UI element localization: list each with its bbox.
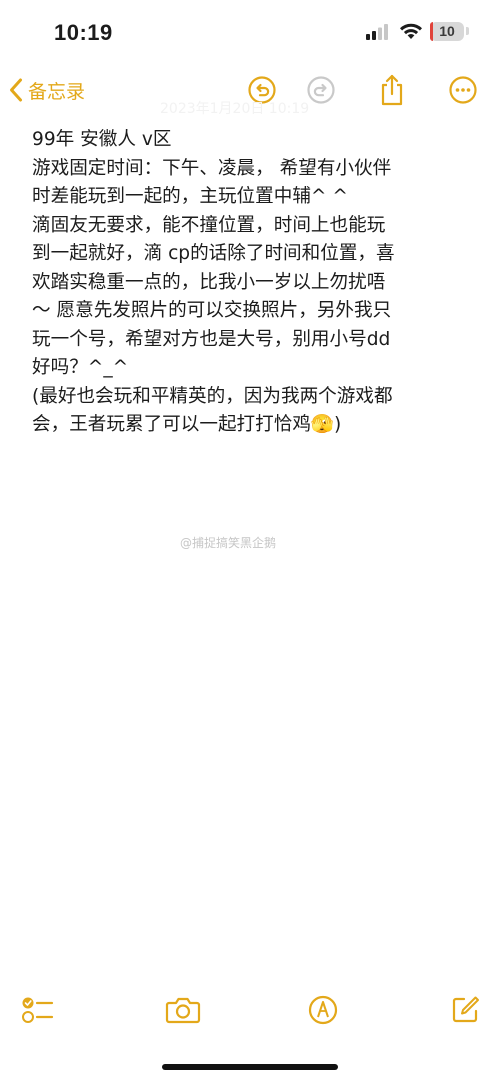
share-icon [381,74,403,106]
wifi-icon [400,23,422,39]
share-button[interactable] [372,70,412,110]
markup-button[interactable] [305,992,341,1028]
camera-icon [165,997,201,1024]
battery-indicator: 10 [430,22,464,41]
back-button[interactable]: 备忘录 [8,72,85,108]
checklist-icon [22,997,54,1023]
note-line: 到一起就好，滴 cp的话除了时间和位置，喜 [32,243,395,264]
note-line: ～ 愿意先发照片的可以交换照片，另外我只 [32,300,392,321]
note-line: 时差能玩到一起的，主玩位置中辅^ ^ [32,186,348,207]
note-line: 游戏固定时间：下午、凌晨， 希望有小伙伴 [32,157,392,179]
note-line: 玩一个号，希望对方也是大号，别用小号dd [32,328,391,350]
watermark: @捕捉搞笑黑企鹅 [180,536,277,550]
status-time: 10:19 [54,20,113,45]
note-line: 滴固友无要求，能不撞位置，时间上也能玩 [32,214,386,236]
note-line: 会，王者玩累了可以一起打打恰鸡🫣) [32,414,342,435]
redo-icon [307,76,335,104]
battery-cap [466,27,469,35]
checklist-button[interactable] [20,992,56,1028]
back-label: 备忘录 [28,80,86,103]
status-bar: 10:19 10 [0,0,500,62]
bottom-toolbar [0,986,500,1036]
more-button[interactable] [443,70,483,110]
note-line: 99年 安徽人 v区 [32,129,172,150]
note-line: 好吗？^_^ [32,357,129,378]
home-indicator [162,1064,338,1070]
more-icon [449,76,477,104]
cellular-signal-icon [366,24,388,40]
chevron-left-icon [10,78,22,102]
note-line: (最好也会玩和平精英的，因为我两个游戏都 [32,385,393,407]
compose-button[interactable] [447,992,483,1028]
note-date: 2023年1月20日 10:19 [160,101,310,117]
markup-pen-icon [308,995,338,1025]
note-body[interactable]: 99年 安徽人 v区游戏固定时间：下午、凌晨， 希望有小伙伴 时差能玩到一起的，主… [32,126,472,440]
battery-percent: 10 [439,23,455,39]
note-line: 欢踏实稳重一点的，比我小一岁以上勿扰唔 [32,271,386,293]
camera-button[interactable] [165,992,201,1028]
compose-icon [452,996,479,1023]
